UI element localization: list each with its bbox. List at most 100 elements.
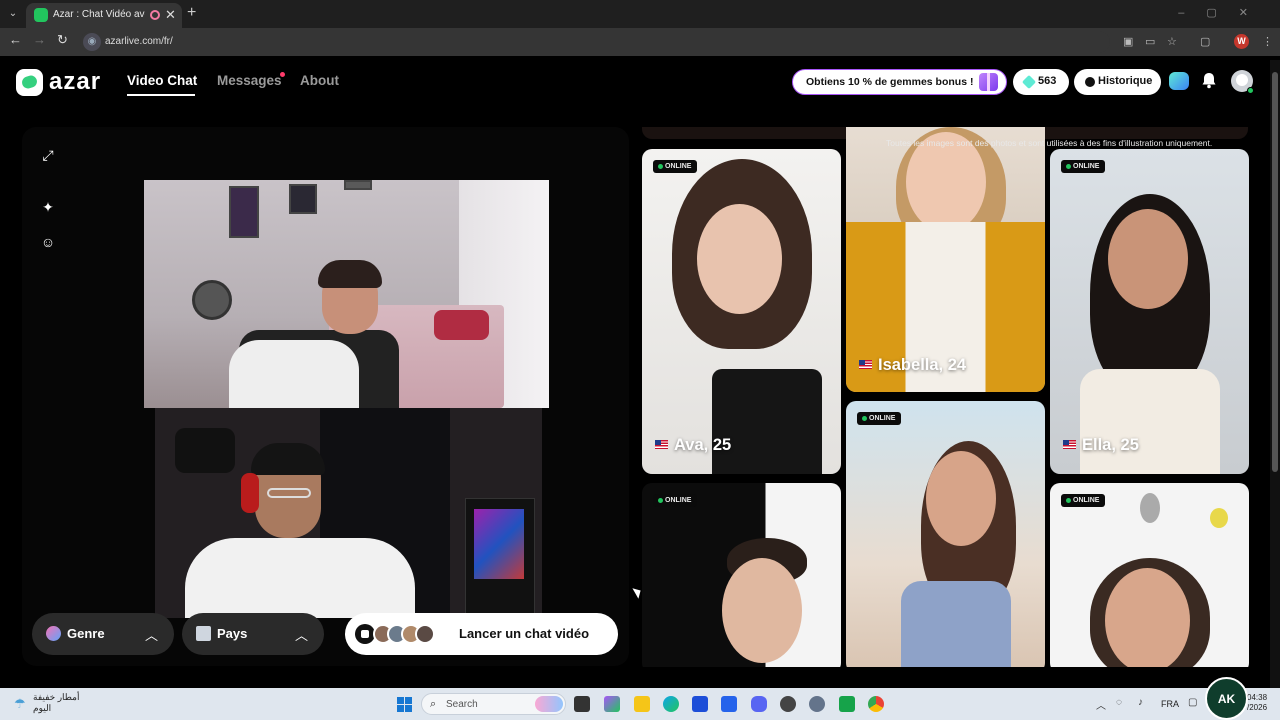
url-text[interactable]: azarlive.com/fr/ — [105, 36, 173, 47]
file-explorer-icon[interactable] — [634, 696, 650, 712]
forward-icon[interactable]: → — [33, 32, 46, 47]
gem-promo-button[interactable]: Obtiens 10 % de gemmes bonus ! — [792, 69, 1007, 95]
history-label: Historique — [1098, 75, 1153, 87]
history-button[interactable]: Historique — [1074, 69, 1161, 95]
gender-icon — [46, 626, 61, 641]
chat-bubble-icon[interactable] — [1169, 72, 1189, 90]
recording-icon — [150, 10, 160, 20]
tab-list-icon[interactable]: ⌄ — [5, 6, 21, 22]
task-view-icon[interactable] — [574, 696, 590, 712]
gift-icon — [979, 73, 998, 91]
start-video-chat-button[interactable]: Lancer un chat vidéo — [345, 613, 618, 655]
close-tab-icon[interactable]: ✕ — [165, 7, 176, 23]
local-person-beanie — [251, 443, 325, 475]
clock-time: 04:38 — [1247, 693, 1268, 702]
menu-kebab-icon[interactable]: ⋮ — [1262, 35, 1273, 48]
settings-icon[interactable] — [809, 696, 825, 712]
outlook-icon[interactable] — [721, 696, 737, 712]
country-filter-label: Pays — [217, 626, 248, 641]
azar-logo-icon[interactable] — [16, 69, 43, 96]
gems-balance-button[interactable]: 563 — [1013, 69, 1069, 95]
windows-start-icon[interactable] — [397, 697, 412, 712]
back-icon[interactable]: ← — [9, 32, 22, 47]
widgets-icon[interactable] — [604, 696, 620, 712]
start-button-label: Lancer un chat vidéo — [459, 626, 590, 641]
weather-condition: أمطار خفيفة — [33, 692, 80, 702]
chrome-icon[interactable] — [868, 696, 884, 712]
weather-icon[interactable]: ☂ — [14, 696, 26, 712]
gender-filter[interactable]: Genre ︿ — [32, 613, 174, 655]
chevron-up-icon: ︿ — [144, 628, 158, 643]
weather-day: اليوم — [33, 703, 52, 713]
page-scrollbar[interactable] — [1270, 60, 1280, 688]
extensions-icon[interactable]: ▢ — [1200, 35, 1210, 48]
clock-icon — [1085, 77, 1095, 87]
online-badge: ONLINE — [857, 412, 902, 425]
search-highlight-icon[interactable] — [535, 696, 563, 712]
portrait-top — [712, 369, 822, 474]
reload-icon[interactable]: ↻ — [57, 32, 68, 48]
search-icon: ⌕ — [430, 698, 437, 710]
nav-about[interactable]: About — [300, 73, 339, 88]
profile-card-isabella[interactable]: Isabella, 24 — [846, 127, 1045, 392]
bell-icon[interactable] — [1201, 72, 1217, 89]
portrait-top — [1080, 369, 1220, 474]
new-tab-icon[interactable]: + — [187, 4, 196, 22]
nav-messages[interactable]: Messages — [217, 73, 282, 88]
profile-card[interactable]: ONLINE — [642, 483, 841, 667]
wall-poster — [289, 184, 317, 214]
portrait-face — [697, 204, 782, 314]
profile-card-ella[interactable]: ONLINE Ella, 25 — [1050, 149, 1249, 474]
bookmark-star-icon[interactable]: ☆ — [1167, 35, 1177, 48]
online-badge: ONLINE — [653, 494, 698, 507]
app-icon[interactable] — [780, 696, 796, 712]
browser-tab-bar: ⌄ Azar : Chat Vidéo avec de n ✕ + –▢✕ — [0, 0, 1280, 28]
cast-icon[interactable]: ▭ — [1145, 35, 1155, 48]
address-bar[interactable]: ◉ azarlive.com/fr/ — [80, 31, 1110, 53]
wall-poster — [229, 186, 259, 238]
messages-notification-dot — [280, 72, 285, 77]
sticker-icon[interactable]: ☺ — [38, 232, 58, 252]
online-status-dot — [1247, 87, 1254, 94]
translate-icon[interactable]: ▣ — [1123, 35, 1133, 48]
language-indicator[interactable]: FRA — [1161, 699, 1179, 709]
expand-icon[interactable]: ⤢ — [38, 145, 58, 165]
video-chat-panel: ⤢ ✦ ☺ Genre ︿ Pays ︿ Lancer un chat vidé… — [22, 127, 629, 666]
mini-avatar — [415, 624, 435, 644]
nav-video-chat[interactable]: Video Chat — [127, 73, 197, 88]
profile-card[interactable]: ONLINE — [1050, 483, 1249, 667]
tab-title: Azar : Chat Vidéo avec de n — [53, 9, 145, 20]
local-person-shirt — [185, 538, 415, 618]
browser-tab[interactable]: Azar : Chat Vidéo avec de n ✕ — [26, 3, 182, 28]
system-clock[interactable]: 04:38 /2026 — [1247, 693, 1267, 713]
notification-icon[interactable]: ▢ — [1188, 697, 1197, 708]
window-controls[interactable]: –▢✕ — [1178, 6, 1270, 19]
portrait-top — [901, 581, 1011, 667]
site-info-icon[interactable]: ◉ — [83, 33, 101, 51]
glasses — [267, 488, 311, 498]
search-placeholder: Search — [446, 699, 478, 710]
tray-overflow-icon[interactable]: ︿ — [1096, 697, 1106, 712]
scroll-thumb[interactable] — [1272, 72, 1278, 472]
remote-person-hair — [318, 260, 382, 288]
microphone-icon[interactable]: ♪ — [1138, 697, 1143, 708]
app-icon[interactable] — [839, 696, 855, 712]
gender-filter-label: Genre — [67, 626, 105, 641]
profile-grid: ONLINE Ava, 25 Isabella, 24 ONLINE Ella,… — [640, 127, 1265, 667]
magic-wand-icon[interactable]: ✦ — [38, 197, 58, 217]
pillow — [434, 310, 489, 340]
flag-icon — [196, 626, 211, 641]
profile-card[interactable]: ONLINE — [846, 401, 1045, 667]
logo-text[interactable]: azar — [49, 68, 101, 96]
store-icon[interactable] — [692, 696, 708, 712]
profile-card-ava[interactable]: ONLINE Ava, 25 — [642, 149, 841, 474]
remote-video-feed — [144, 180, 549, 408]
edge-icon[interactable] — [663, 696, 679, 712]
discord-icon[interactable] — [751, 696, 767, 712]
weather-widget[interactable]: أمطار خفيفة اليوم — [33, 692, 80, 714]
promo-text: Obtiens 10 % de gemmes bonus ! — [806, 76, 974, 88]
country-filter[interactable]: Pays ︿ — [182, 613, 324, 655]
network-icon[interactable]: ◌ — [1116, 697, 1122, 708]
profile-avatar[interactable]: W — [1234, 34, 1249, 49]
gem-icon — [1021, 74, 1037, 90]
